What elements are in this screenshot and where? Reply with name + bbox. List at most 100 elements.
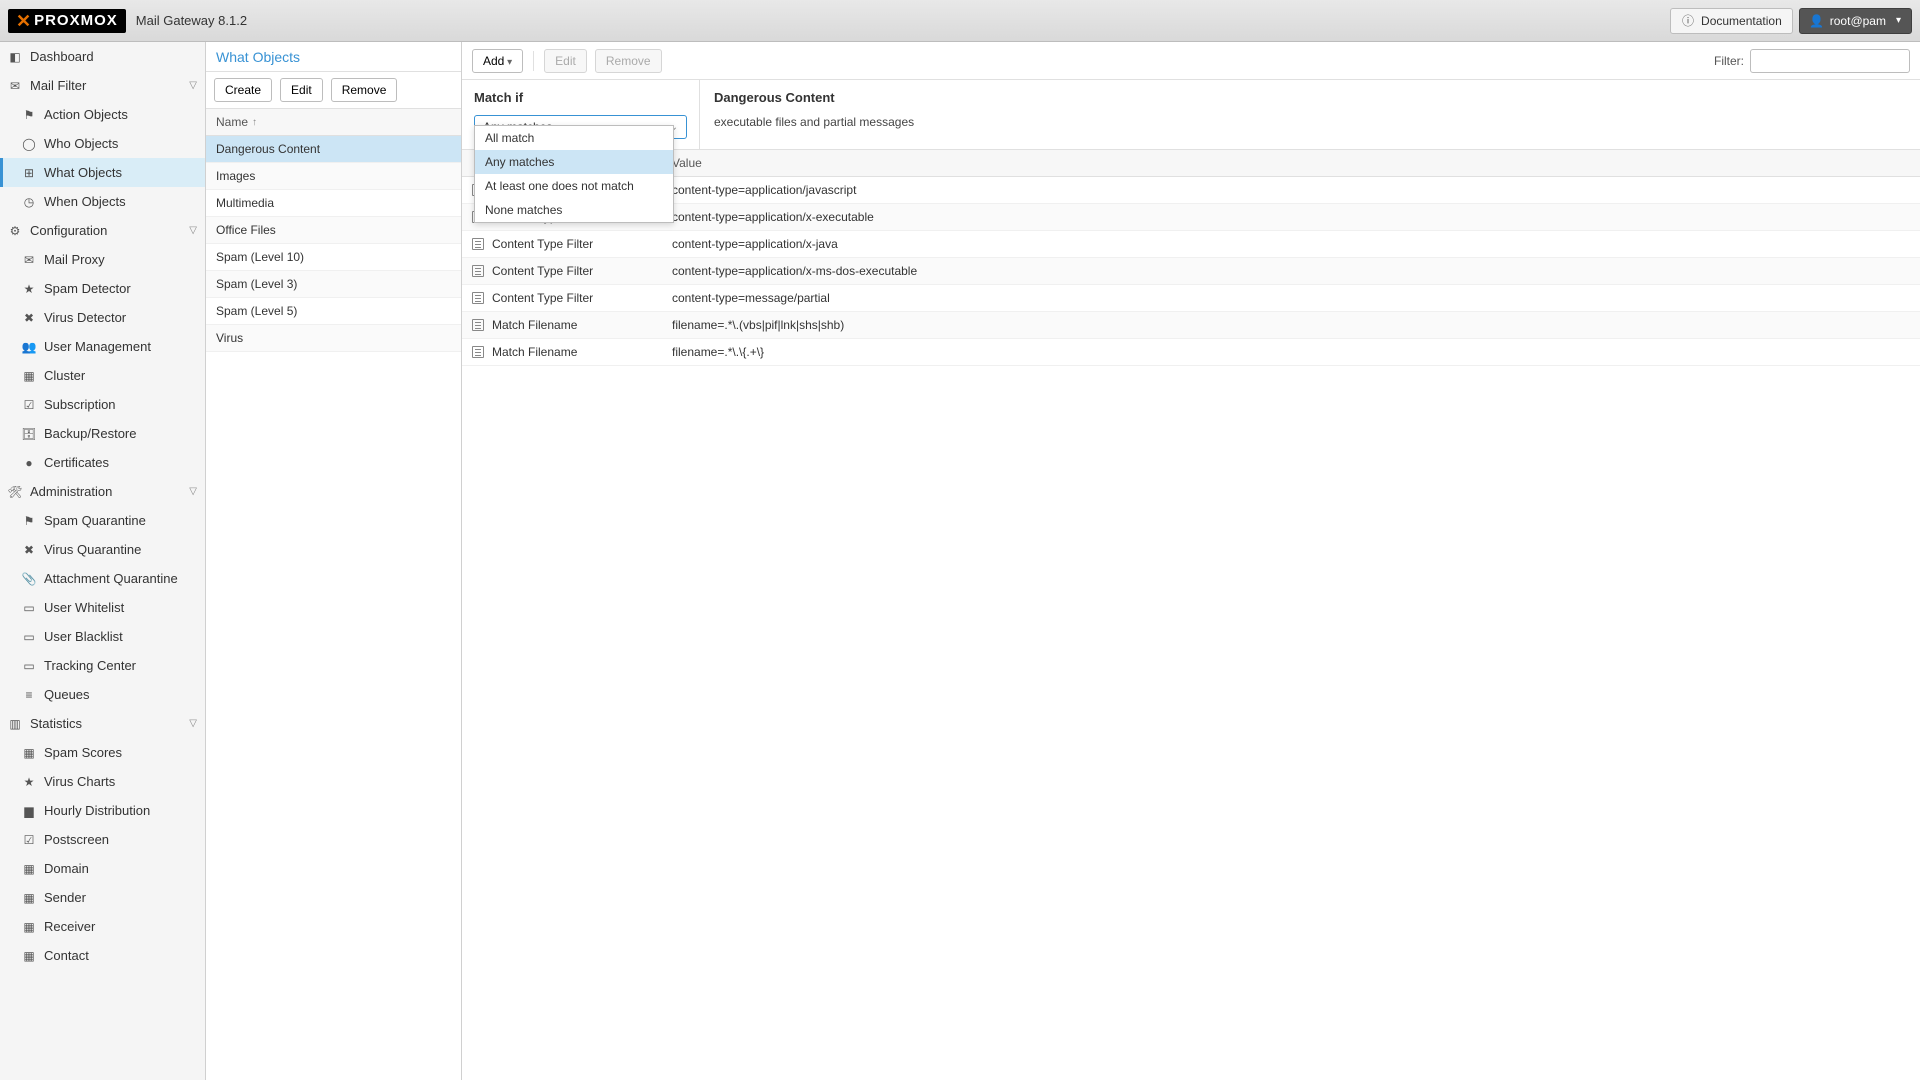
sidebar: ◧ Dashboard ✉ Mail Filter ▽ ⚑Action Obje… [0,42,206,1080]
rule-row[interactable]: Content Type Filtercontent-type=message/… [462,285,1920,312]
dashboard-icon: ◧ [8,50,22,64]
sidebar-item-user-management[interactable]: 👥User Management [0,332,205,361]
sidebar-item-certificates[interactable]: ●Certificates [0,448,205,477]
nav-item-icon: ▦ [22,949,36,963]
sidebar-item-tracking-center[interactable]: ▭Tracking Center [0,651,205,680]
sidebar-item-receiver[interactable]: ▦Receiver [0,912,205,941]
sidebar-item-who-objects[interactable]: ◯Who Objects [0,129,205,158]
nav-item-icon: ✖ [22,311,36,325]
object-row[interactable]: Dangerous Content [206,136,461,163]
rule-row[interactable]: Match Filename filename=.*\.\{.+\} [462,339,1920,366]
nav-administration[interactable]: 🛠 Administration ▽ [0,477,205,506]
sidebar-item-label: Spam Scores [44,745,122,760]
sidebar-item-spam-quarantine[interactable]: ⚑ Spam Quarantine [0,506,205,535]
sidebar-item-backup-restore[interactable]: 🗄Backup/Restore [0,419,205,448]
detail-header: Match if Any matches ⌄ All matchAny matc… [462,80,1920,150]
sidebar-item-virus-quarantine[interactable]: ✖Virus Quarantine [0,535,205,564]
sidebar-item-mail-proxy[interactable]: ✉Mail Proxy [0,245,205,274]
nav-statistics[interactable]: ▥ Statistics ▽ [0,709,205,738]
nav-item-icon: ≡ [22,688,36,702]
object-row[interactable]: Virus [206,325,461,352]
rule-value: content-type=application/javascript [662,177,1920,203]
sidebar-item-virus-charts[interactable]: ★Virus Charts [0,767,205,796]
object-list-toolbar: Create Edit Remove [206,72,461,109]
rule-row[interactable]: Content Type Filtercontent-type=applicat… [462,177,1920,204]
object-row[interactable]: Office Files [206,217,461,244]
dropdown-option[interactable]: All match [475,126,673,150]
rule-type: Content Type Filter [492,291,593,305]
sidebar-item-hourly-distribution[interactable]: ▆Hourly Distribution [0,796,205,825]
nav-item-icon: ◷ [22,195,36,209]
create-button[interactable]: Create [214,78,272,102]
object-row[interactable]: Spam (Level 5) [206,298,461,325]
nav-item-icon: ▭ [22,601,36,615]
sidebar-item-label: Spam Quarantine [44,513,146,528]
detail-remove-button[interactable]: Remove [595,49,662,73]
separator [533,51,534,71]
nav-mail-filter[interactable]: ✉ Mail Filter ▽ [0,71,205,100]
user-menu-button[interactable]: 👤 root@pam [1799,8,1912,34]
file-icon [472,238,484,250]
rule-row[interactable]: Match Filenamefilename=.*\.(vbs|pif|lnk|… [462,312,1920,339]
add-button[interactable]: Add [472,49,523,73]
nav-item-icon: ⚑ [22,514,36,528]
nav-dashboard[interactable]: ◧ Dashboard [0,42,205,71]
sidebar-item-attachment-quarantine[interactable]: 📎Attachment Quarantine [0,564,205,593]
nav-item-icon: ▦ [22,862,36,876]
gear-icon: ⚙ [8,224,22,238]
sidebar-item-user-whitelist[interactable]: ▭User Whitelist [0,593,205,622]
documentation-button[interactable]: ⓘ Documentation [1670,8,1793,34]
rule-type: Match Filename [492,345,577,359]
user-icon: 👤 [1810,14,1824,28]
sidebar-item-label: Backup/Restore [44,426,137,441]
sidebar-item-action-objects[interactable]: ⚑Action Objects [0,100,205,129]
sidebar-item-label: Tracking Center [44,658,136,673]
object-row[interactable]: Images [206,163,461,190]
sidebar-item-sender[interactable]: ▦Sender [0,883,205,912]
object-row[interactable]: Multimedia [206,190,461,217]
value-column-header[interactable]: Value [662,150,1920,176]
sidebar-item-label: Mail Proxy [44,252,105,267]
sidebar-item-spam-scores[interactable]: ▦Spam Scores [0,738,205,767]
sidebar-item-virus-detector[interactable]: ✖Virus Detector [0,303,205,332]
sidebar-item-user-blacklist[interactable]: ▭User Blacklist [0,622,205,651]
object-list-column-header[interactable]: Name ↑ [206,109,461,136]
sidebar-item-domain[interactable]: ▦Domain [0,854,205,883]
sidebar-item-spam-detector[interactable]: ★Spam Detector [0,274,205,303]
sidebar-item-cluster[interactable]: ▦Cluster [0,361,205,390]
info-icon: ⓘ [1681,14,1695,28]
sidebar-item-what-objects[interactable]: ⊞What Objects [0,158,205,187]
nav-dashboard-label: Dashboard [30,49,94,64]
sidebar-item-label: Queues [44,687,90,702]
rule-value: filename=.*\.\{.+\} [662,339,1920,365]
sidebar-item-queues[interactable]: ≡ Queues [0,680,205,709]
sidebar-item-label: Cluster [44,368,85,383]
rule-row[interactable]: Content Type Filtercontent-type=applicat… [462,258,1920,285]
filter-input[interactable] [1750,49,1910,73]
sidebar-item-subscription[interactable]: ☑Subscription [0,390,205,419]
match-if-label: Match if [474,90,687,105]
dropdown-option[interactable]: None matches [475,198,673,222]
nav-configuration[interactable]: ⚙ Configuration ▽ [0,216,205,245]
detail-panel: Add Edit Remove Filter: Match if Any mat… [462,42,1920,1080]
detail-edit-button[interactable]: Edit [544,49,587,73]
sidebar-item-contact[interactable]: ▦Contact [0,941,205,970]
rule-row[interactable]: Content Type Filtercontent-type=applicat… [462,231,1920,258]
edit-button[interactable]: Edit [280,78,323,102]
nav-configuration-label: Configuration [30,223,107,238]
documentation-label: Documentation [1701,14,1782,28]
rule-row[interactable]: Content Type Filtercontent-type=applicat… [462,204,1920,231]
sidebar-item-postscreen[interactable]: ☑Postscreen [0,825,205,854]
dropdown-option[interactable]: At least one does not match [475,174,673,198]
sidebar-item-when-objects[interactable]: ◷When Objects [0,187,205,216]
file-icon [472,319,484,331]
dropdown-option[interactable]: Any matches [475,150,673,174]
object-row[interactable]: Spam (Level 10) [206,244,461,271]
sidebar-item-label: Who Objects [44,136,118,151]
nav-item-icon: ★ [22,282,36,296]
nav-item-icon: ✖ [22,543,36,557]
rule-type: Content Type Filter [492,264,593,278]
remove-button[interactable]: Remove [331,78,398,102]
object-title: Dangerous Content [714,90,1906,105]
object-row[interactable]: Spam (Level 3) [206,271,461,298]
